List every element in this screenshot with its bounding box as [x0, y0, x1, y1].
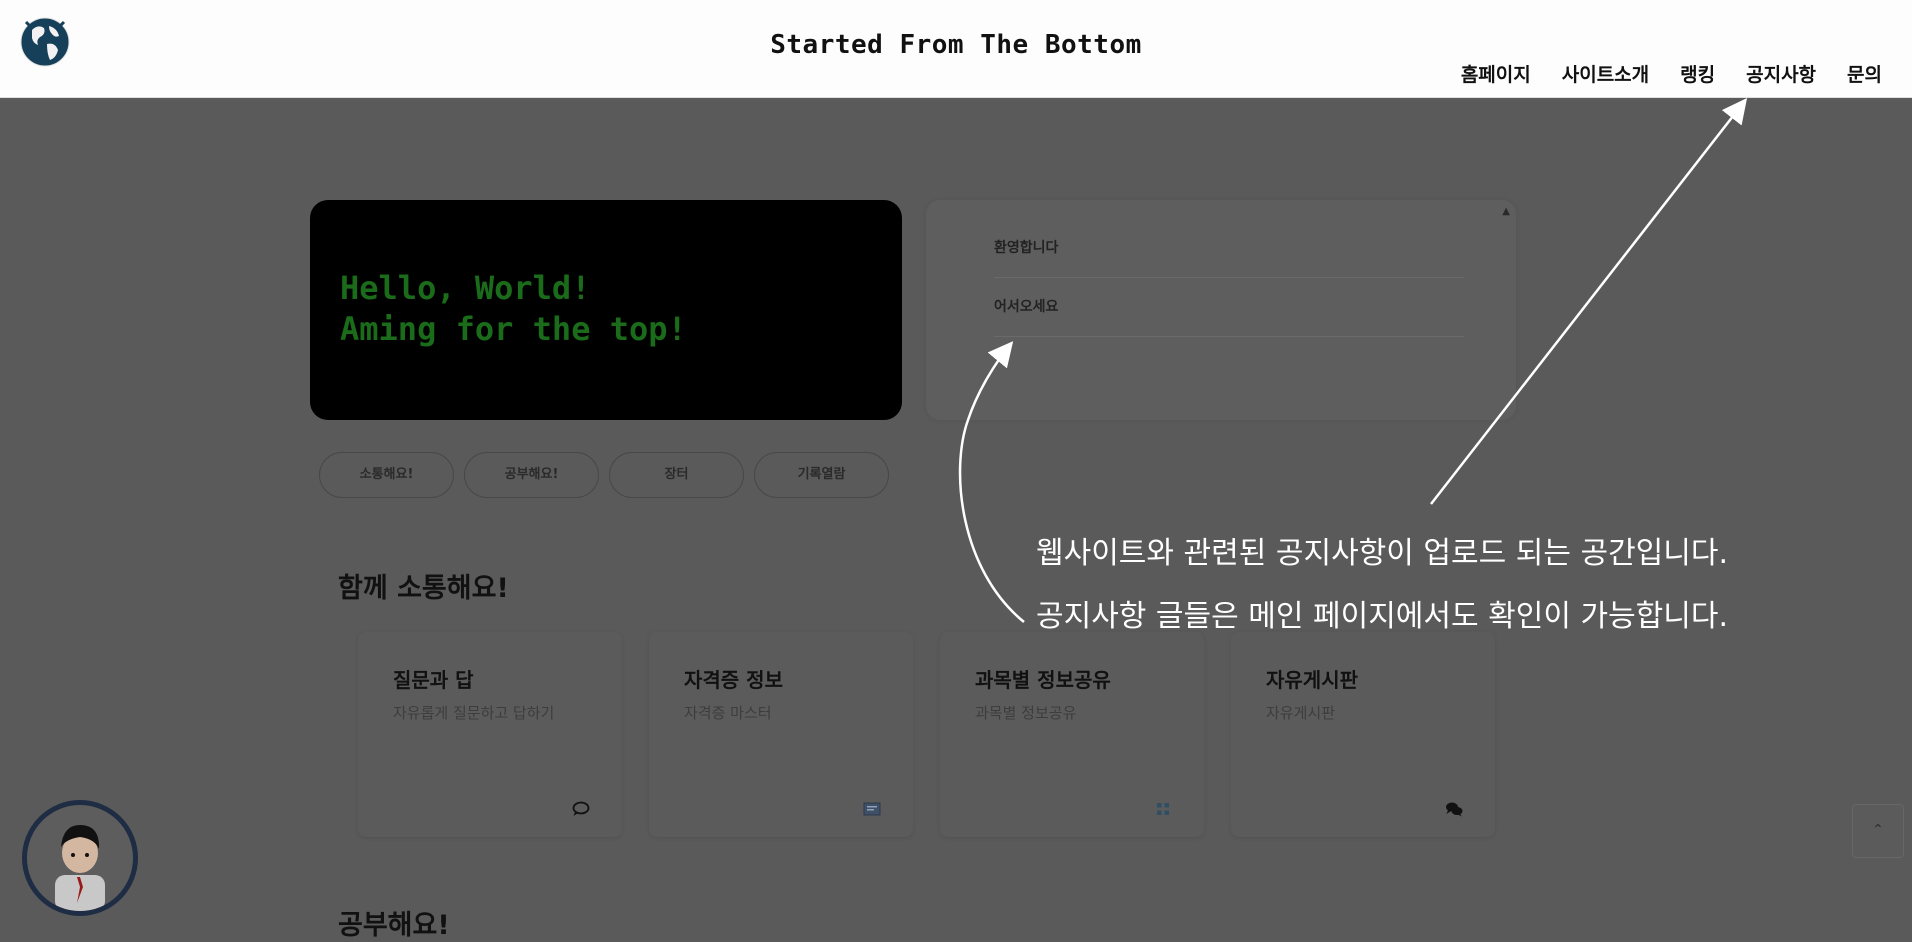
- hero-terminal: Hello, World! Aming for the top!: [310, 200, 902, 420]
- board-card-free[interactable]: 자유게시판 자유게시판: [1231, 632, 1495, 837]
- nav-notice[interactable]: 공지사항: [1746, 60, 1816, 87]
- terminal-text: Hello, World! Aming for the top!: [340, 268, 687, 350]
- scroll-to-top-button[interactable]: ⌃: [1852, 804, 1904, 858]
- board-card-certificate[interactable]: 자격증 정보 자격증 마스터: [649, 632, 913, 837]
- terminal-line-1: Hello, World!: [340, 269, 591, 307]
- annotation-text-1: 웹사이트와 관련된 공지사항이 업로드 되는 공간입니다.: [1036, 536, 1729, 571]
- board-cards: 질문과 답 자유롭게 질문하고 답하기 자격증 정보 자격증 마스터 과목별 정…: [358, 632, 1495, 837]
- top-header: Started From The Bottom 홈페이지 사이트소개 랭킹 공지…: [0, 0, 1912, 98]
- card-title: 질문과 답: [393, 668, 474, 692]
- board-card-qna[interactable]: 질문과 답 자유롭게 질문하고 답하기: [358, 632, 622, 837]
- site-title[interactable]: Started From The Bottom: [0, 30, 1912, 60]
- pill-records[interactable]: 기록열람: [754, 452, 889, 498]
- pill-study[interactable]: 공부해요!: [464, 452, 599, 498]
- pill-market[interactable]: 장터: [609, 452, 744, 498]
- chat-bubble-icon: [572, 801, 590, 816]
- card-subtitle: 자유롭게 질문하고 답하기: [393, 704, 555, 722]
- card-title: 과목별 정보공유: [975, 668, 1111, 692]
- section-title-community: 함께 소통해요!: [338, 573, 509, 604]
- comments-icon: [1446, 802, 1463, 817]
- character-avatar-icon: [55, 825, 105, 911]
- chevron-up-icon: ⌃: [1872, 822, 1884, 838]
- nav-about[interactable]: 사이트소개: [1562, 60, 1649, 87]
- annotation-text-2: 공지사항 글들은 메인 페이지에서도 확인이 가능합니다.: [1036, 599, 1729, 634]
- card-title: 자유게시판: [1266, 668, 1358, 692]
- card-subtitle: 자유게시판: [1266, 704, 1336, 722]
- nav-ranking[interactable]: 랭킹: [1680, 60, 1715, 87]
- main-nav: 홈페이지 사이트소개 랭킹 공지사항 문의: [1461, 60, 1882, 87]
- notice-panel: ▲ 환영합니다 어서오세요: [926, 200, 1516, 420]
- terminal-line-2: Aming for the top!: [340, 310, 687, 348]
- avatar[interactable]: [22, 800, 138, 916]
- category-pills: 소통해요! 공부해요! 장터 기록열람: [319, 452, 889, 498]
- nav-home[interactable]: 홈페이지: [1461, 60, 1531, 87]
- section-title-study: 공부해요!: [338, 910, 450, 941]
- grid-icon: [1157, 803, 1169, 815]
- pill-community[interactable]: 소통해요!: [319, 452, 454, 498]
- nav-contact[interactable]: 문의: [1847, 60, 1882, 87]
- card-title: 자격증 정보: [684, 668, 783, 692]
- card-subtitle: 자격증 마스터: [684, 704, 772, 722]
- board-card-subject[interactable]: 과목별 정보공유 과목별 정보공유: [940, 632, 1204, 837]
- card-subtitle: 과목별 정보공유: [975, 704, 1077, 722]
- certificate-icon: [863, 802, 881, 816]
- scroll-up-arrow-icon[interactable]: ▲: [1502, 206, 1510, 217]
- notice-item[interactable]: 환영합니다: [994, 219, 1464, 278]
- notice-item[interactable]: 어서오세요: [994, 278, 1464, 337]
